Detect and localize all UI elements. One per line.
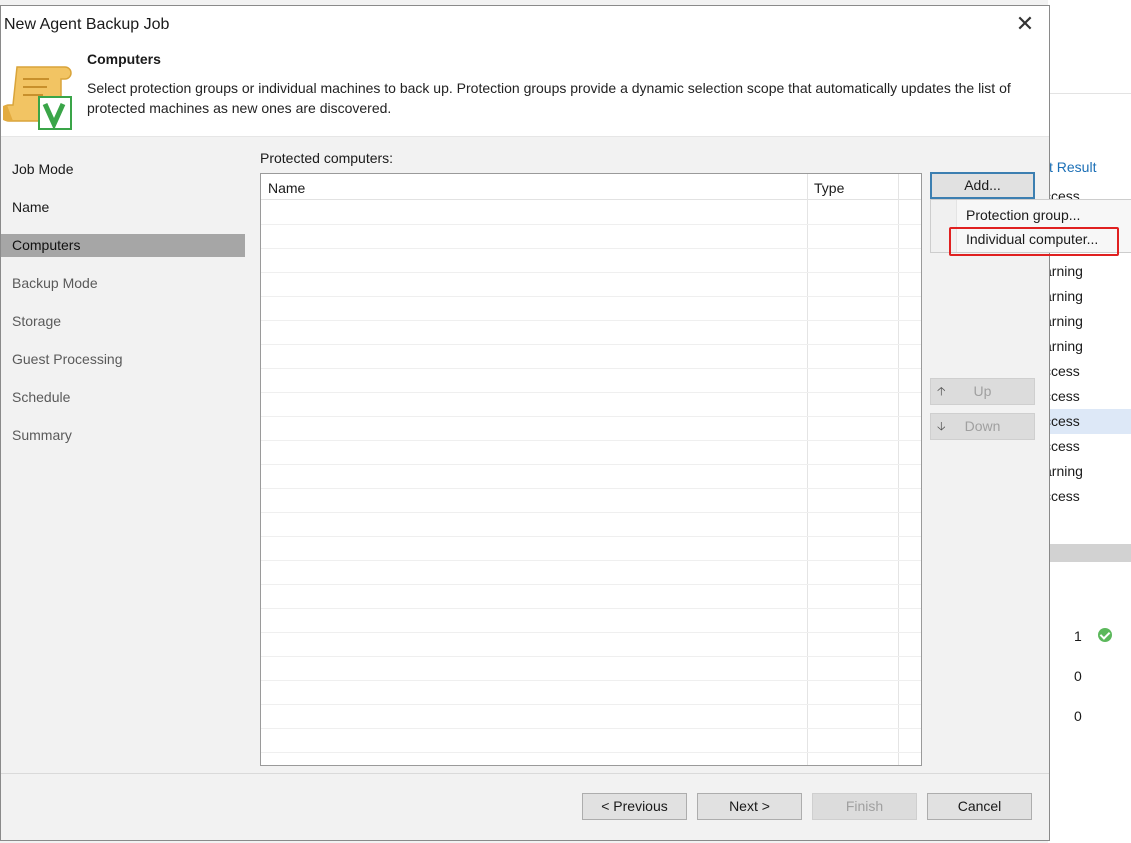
footer-divider bbox=[1, 773, 1049, 774]
background-stat-error: 0 bbox=[1074, 708, 1082, 724]
previous-button[interactable]: < Previous bbox=[582, 793, 687, 820]
grid-row-line bbox=[261, 320, 921, 321]
grid-row-line bbox=[261, 728, 921, 729]
background-stat-success: 1 bbox=[1074, 628, 1082, 644]
success-check-icon bbox=[1098, 628, 1112, 642]
grid-row-line bbox=[261, 560, 921, 561]
up-button[interactable]: 🡡 Up bbox=[930, 378, 1035, 405]
grid-row-line bbox=[261, 680, 921, 681]
step-job-mode[interactable]: Job Mode bbox=[1, 158, 245, 181]
grid-row-line bbox=[261, 464, 921, 465]
grid-row-line bbox=[261, 536, 921, 537]
down-button-label: Down bbox=[964, 418, 1001, 434]
window-title: New Agent Backup Job bbox=[4, 16, 170, 33]
grid-row-line bbox=[261, 512, 921, 513]
background-splitter[interactable] bbox=[1048, 544, 1131, 562]
background-list-row[interactable]: arning bbox=[1048, 459, 1131, 484]
wizard-steps: Job Mode Name Computers Backup Mode Stor… bbox=[1, 138, 245, 773]
grid-row-line bbox=[261, 248, 921, 249]
grid-row-line bbox=[261, 632, 921, 633]
protected-computers-label: Protected computers: bbox=[260, 150, 394, 166]
grid-row-line bbox=[261, 272, 921, 273]
background-list-row[interactable]: arning bbox=[1048, 284, 1131, 309]
grid-row-line bbox=[261, 656, 921, 657]
backup-job-scroll-icon bbox=[3, 66, 72, 131]
protected-computers-grid[interactable]: Name Type bbox=[260, 173, 922, 766]
menu-item-protection-group[interactable]: Protection group... bbox=[966, 207, 1080, 223]
grid-row-line bbox=[261, 416, 921, 417]
grid-row-line bbox=[261, 752, 921, 753]
finish-button[interactable]: Finish bbox=[812, 793, 917, 820]
background-list-row[interactable]: ccess bbox=[1048, 434, 1131, 459]
highlight-box bbox=[949, 227, 1119, 256]
grid-row-line bbox=[261, 344, 921, 345]
computers-panel: Protected computers: Name Type bbox=[245, 138, 1049, 773]
title-bar[interactable]: New Agent Backup Job ✕ bbox=[1, 6, 1049, 44]
step-storage: Storage bbox=[12, 313, 62, 329]
step-schedule: Schedule bbox=[12, 389, 71, 405]
wizard-content: Job Mode Name Computers Backup Mode Stor… bbox=[1, 138, 1049, 773]
grid-row-line bbox=[261, 368, 921, 369]
background-list-row[interactable]: ccess bbox=[1048, 409, 1131, 434]
arrow-up-icon: 🡡 bbox=[937, 384, 946, 398]
down-button[interactable]: 🡣 Down bbox=[930, 413, 1035, 440]
grid-row-line bbox=[261, 440, 921, 441]
grid-row-line bbox=[261, 392, 921, 393]
background-stat-warning: 0 bbox=[1074, 668, 1082, 684]
background-toolbar bbox=[1048, 0, 1131, 94]
column-header-type[interactable]: Type bbox=[814, 180, 844, 196]
arrow-down-icon: 🡣 bbox=[937, 419, 946, 433]
step-summary: Summary bbox=[12, 427, 72, 443]
column-divider[interactable] bbox=[898, 174, 899, 765]
column-divider[interactable] bbox=[807, 174, 808, 765]
close-icon[interactable]: ✕ bbox=[1013, 12, 1037, 36]
step-backup-mode: Backup Mode bbox=[12, 275, 98, 291]
background-column-header[interactable]: st Result bbox=[1048, 159, 1096, 175]
grid-row-line bbox=[261, 704, 921, 705]
step-guest-processing: Guest Processing bbox=[12, 351, 123, 367]
new-agent-backup-job-dialog: New Agent Backup Job ✕ Computers Select … bbox=[0, 5, 1050, 841]
grid-row-line bbox=[261, 296, 921, 297]
background-list-row[interactable]: ccess bbox=[1048, 484, 1131, 509]
grid-row-line bbox=[261, 224, 921, 225]
background-list-row[interactable]: arning bbox=[1048, 309, 1131, 334]
step-computers[interactable]: Computers bbox=[1, 234, 245, 257]
step-name[interactable]: Name bbox=[1, 196, 245, 219]
background-app: st Result ccessccessccessarningarningarn… bbox=[1048, 0, 1131, 843]
add-button[interactable]: Add... bbox=[930, 172, 1035, 199]
column-header-name[interactable]: Name bbox=[268, 180, 305, 196]
cancel-button[interactable]: Cancel bbox=[927, 793, 1032, 820]
page-title: Computers bbox=[87, 51, 161, 67]
wizard-header: Computers Select protection groups or in… bbox=[1, 44, 1049, 137]
page-description: Select protection groups or individual m… bbox=[87, 80, 1011, 116]
background-list-row[interactable]: arning bbox=[1048, 334, 1131, 359]
background-list-row[interactable]: ccess bbox=[1048, 359, 1131, 384]
grid-row-line bbox=[261, 608, 921, 609]
up-button-label: Up bbox=[973, 383, 992, 399]
grid-row-line bbox=[261, 584, 921, 585]
background-list-row[interactable]: ccess bbox=[1048, 384, 1131, 409]
next-button[interactable]: Next > bbox=[697, 793, 802, 820]
background-list-row[interactable]: arning bbox=[1048, 259, 1131, 284]
grid-header: Name Type bbox=[261, 174, 921, 200]
grid-row-line bbox=[261, 488, 921, 489]
